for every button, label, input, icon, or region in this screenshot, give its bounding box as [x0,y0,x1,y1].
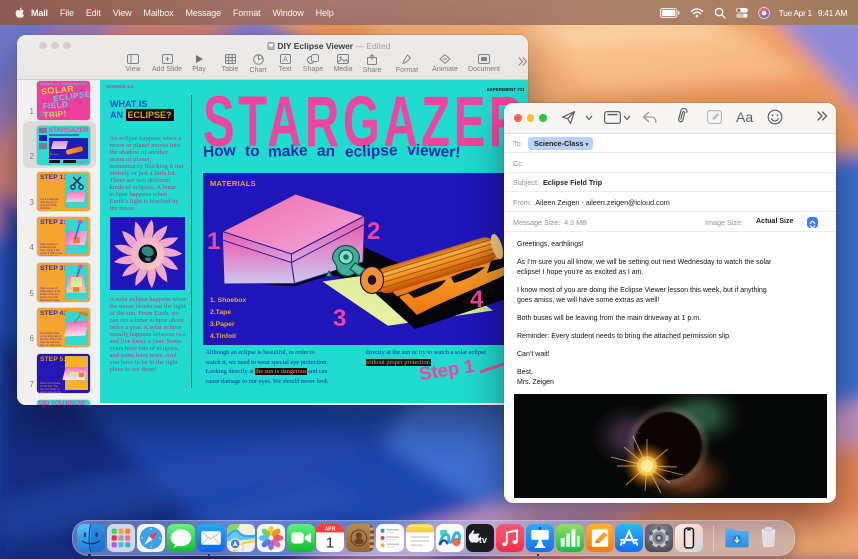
svg-text:3: 3 [333,305,346,332]
svg-text:4: 4 [470,286,484,313]
svg-text:APR: APR [325,527,336,533]
svg-text:1: 1 [326,534,334,551]
svg-text:2: 2 [367,218,380,245]
svg-text:A: A [283,57,288,64]
svg-text:tv: tv [479,535,488,545]
svg-text:Aa: Aa [736,110,753,124]
svg-text:1: 1 [207,228,220,255]
